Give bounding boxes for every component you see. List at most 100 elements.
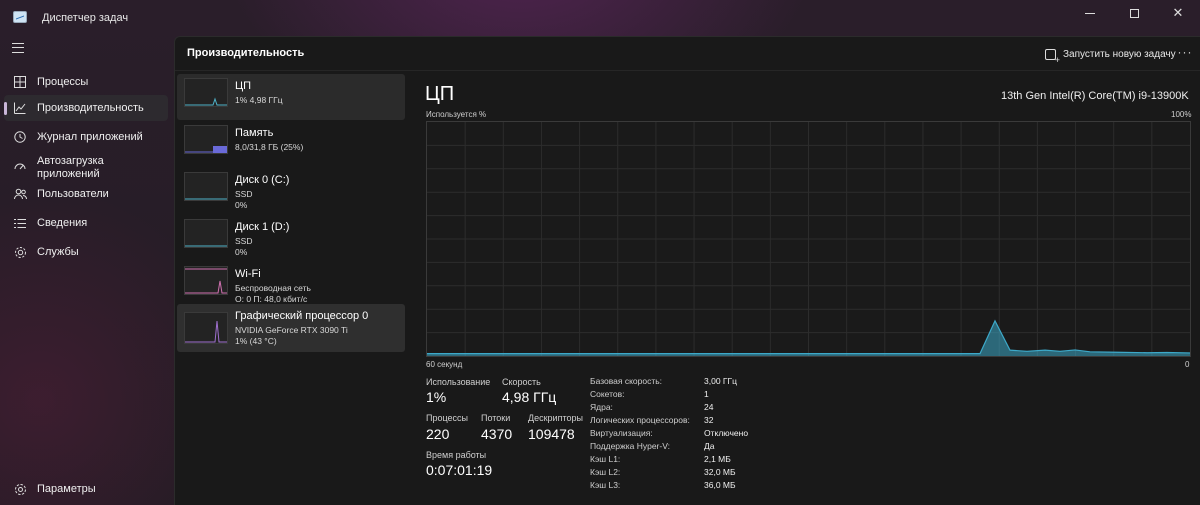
nav-item-performance[interactable]: Производительность: [4, 95, 168, 121]
device-item-wifi[interactable]: Wi-Fi Беспроводная сеть О: 0 П: 48,0 кби…: [177, 262, 405, 308]
wifi-mini-graph: [184, 266, 228, 295]
gear-icon: [13, 482, 27, 496]
nav-item-processes[interactable]: Процессы: [4, 69, 168, 95]
detail-value: 36,0 МБ: [704, 480, 736, 490]
task-manager-window: Диспетчер задач ✕ Процессы Производитель…: [0, 0, 1200, 505]
graph-x-left-label: 60 секунд: [426, 360, 463, 369]
device-subtitle: NVIDIA GeForce RTX 3090 Ti: [235, 325, 348, 335]
hamburger-menu-icon[interactable]: [12, 43, 24, 53]
handles-value: 109478: [528, 426, 575, 442]
nav-label: Производительность: [37, 101, 144, 114]
maximize-button[interactable]: [1112, 0, 1156, 26]
nav-label: Пользователи: [37, 187, 109, 200]
handles-label: Дескрипторы: [528, 413, 583, 423]
device-item-memory[interactable]: Память 8,0/31,8 ГБ (25%): [177, 121, 405, 167]
device-item-cpu[interactable]: ЦП 1% 4,98 ГГц: [177, 74, 405, 120]
title-bar: Диспетчер задач ✕: [0, 0, 1200, 36]
processes-label: Процессы: [426, 413, 469, 423]
app-history-icon: [13, 130, 27, 144]
device-subtitle: Беспроводная сеть: [235, 283, 311, 293]
detail-value: 1: [704, 389, 709, 399]
run-new-task-button[interactable]: Запустить новую задачу: [1045, 45, 1176, 65]
cpu-usage-graph: [426, 121, 1191, 357]
device-name: Диск 0 (C:): [235, 174, 290, 186]
performance-icon: [13, 101, 27, 115]
disk-1-mini-graph: [184, 219, 228, 248]
device-subtitle: SSD: [235, 189, 253, 199]
details-icon: [13, 216, 27, 230]
gpu-mini-graph: [184, 312, 228, 344]
uptime-label: Время работы: [426, 450, 487, 460]
device-subtitle: 1% 4,98 ГГц: [235, 95, 283, 105]
nav-item-services[interactable]: Службы: [4, 239, 168, 265]
header-divider: [175, 70, 1200, 71]
usage-label: Использование: [426, 377, 491, 387]
more-options-button[interactable]: ···: [1175, 45, 1195, 61]
disk-0-mini-graph: [184, 172, 228, 201]
nav-item-details[interactable]: Сведения: [4, 210, 168, 236]
cpu-model-name: 13th Gen Intel(R) Core(TM) i9-13900K: [1001, 90, 1189, 102]
processes-icon: [13, 75, 27, 89]
window-title: Диспетчер задач: [42, 12, 129, 24]
nav-label: Процессы: [37, 75, 89, 88]
device-usage: 0%: [235, 247, 248, 257]
nav-label: Автозагрузка приложений: [37, 155, 104, 180]
nav-label: Службы: [37, 245, 79, 258]
detail-value: 32: [704, 415, 714, 425]
cpu-usage-graph-svg: [427, 122, 1191, 356]
detail-key: Ядра:: [590, 402, 613, 412]
nav-item-users[interactable]: Пользователи: [4, 181, 168, 207]
graph-y-max: 100%: [1171, 110, 1192, 119]
services-icon: [13, 245, 27, 259]
detail-key: Кэш L2:: [590, 467, 621, 477]
detail-key: Виртуализация:: [590, 428, 653, 438]
run-new-task-label: Запустить новую задачу: [1063, 48, 1176, 60]
detail-key: Кэш L1:: [590, 454, 621, 464]
device-list: ЦП 1% 4,98 ГГц Память 8,0/31,8 ГБ (25%) …: [177, 74, 407, 354]
device-throughput: О: 0 П: 48,0 кбит/с: [235, 294, 308, 304]
nav-label: Журнал приложений: [37, 130, 143, 143]
graph-x-right-label: 0: [1185, 360, 1190, 369]
detail-value: 2,1 МБ: [704, 454, 731, 464]
detail-key: Поддержка Hyper-V:: [590, 441, 670, 451]
detail-value: 32,0 МБ: [704, 467, 736, 477]
device-usage: 1% (43 °C): [235, 336, 277, 346]
minimize-icon: [1085, 12, 1095, 14]
device-item-gpu-0[interactable]: Графический процессор 0 NVIDIA GeForce R…: [177, 304, 405, 352]
startup-icon: [13, 161, 27, 175]
speed-label: Скорость: [502, 377, 541, 387]
detail-value: Отключено: [704, 428, 749, 438]
usage-value: 1%: [426, 389, 447, 405]
cpu-title: ЦП: [425, 83, 455, 105]
close-icon: ✕: [1172, 5, 1184, 20]
task-manager-icon: [13, 11, 27, 23]
detail-key: Базовая скорость:: [590, 376, 663, 386]
nav-item-app-history[interactable]: Журнал приложений: [4, 124, 168, 150]
device-item-disk-1[interactable]: Диск 1 (D:) SSD 0%: [177, 215, 405, 261]
device-name: ЦП: [235, 80, 252, 92]
close-button[interactable]: ✕: [1156, 0, 1200, 26]
cpu-mini-graph: [184, 78, 228, 107]
detail-key: Сокетов:: [590, 389, 625, 399]
new-task-icon: [1045, 48, 1060, 65]
detail-value: 3,00 ГГц: [704, 376, 737, 386]
memory-mini-graph: [184, 125, 228, 154]
detail-key: Кэш L3:: [590, 480, 621, 490]
users-icon: [13, 187, 27, 201]
detail-value: Да: [704, 441, 715, 451]
maximize-icon: [1129, 8, 1139, 18]
minimize-button[interactable]: [1068, 0, 1112, 26]
processes-value: 220: [426, 426, 450, 442]
detail-key: Логических процессоров:: [590, 415, 690, 425]
threads-value: 4370: [481, 426, 513, 442]
uptime-value: 0:07:01:19: [426, 462, 493, 478]
device-subtitle: SSD: [235, 236, 253, 246]
nav-item-settings[interactable]: Параметры: [4, 476, 168, 502]
device-usage: 0%: [235, 200, 248, 210]
nav-item-startup[interactable]: Автозагрузка приложений: [4, 151, 168, 185]
page-title: Производительность: [187, 47, 305, 59]
device-item-disk-0[interactable]: Диск 0 (C:) SSD 0%: [177, 168, 405, 214]
graph-y-label: Используется %: [426, 110, 487, 119]
device-name: Wi-Fi: [235, 268, 261, 280]
speed-value: 4,98 ГГц: [502, 389, 557, 405]
